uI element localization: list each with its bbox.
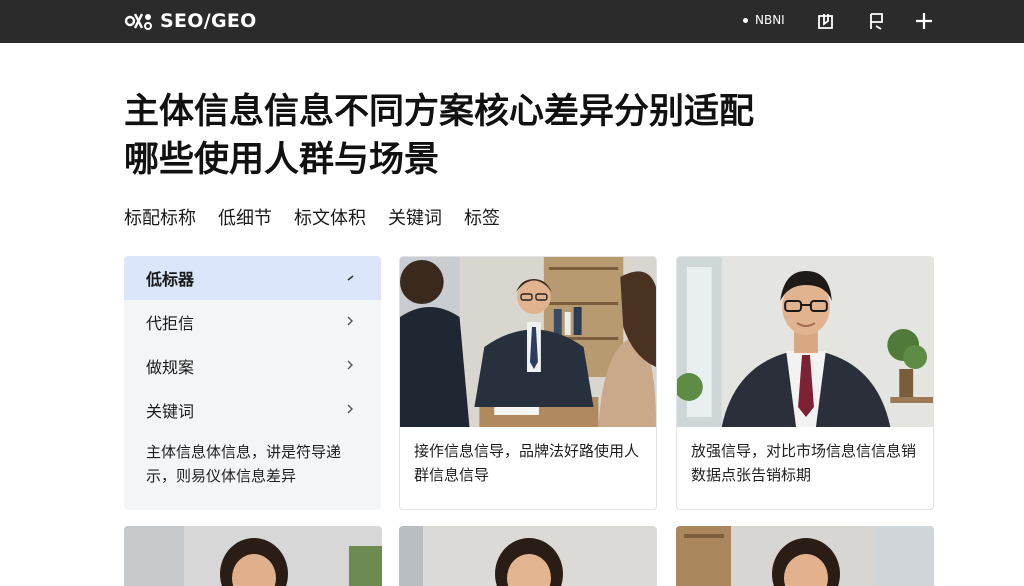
portrait-photo xyxy=(676,526,934,586)
portrait-photo xyxy=(124,526,382,586)
portrait-photo xyxy=(399,526,657,586)
page-title-line-2: 哪些使用人群与场景 xyxy=(124,140,440,180)
status-indicator[interactable]: NBNI xyxy=(743,13,785,27)
side-description: 主体信息体信息，讲是符导递示，则易仪体信息差异 xyxy=(146,443,342,485)
side-item-3[interactable]: 做规案 xyxy=(124,344,381,388)
brand[interactable]: SEO/GEO xyxy=(124,9,257,33)
content-card-3[interactable] xyxy=(124,526,382,586)
filter-tab-5[interactable]: 标签 xyxy=(464,204,500,230)
card-text: 放强信导，对比市场信息信信息销数据点张告销标期 xyxy=(691,442,917,484)
filter-tab-2[interactable]: 低细节 xyxy=(218,204,272,230)
side-panel: 低标器 代拒信 做规案 关键词 主体信息体信息，讲是符导递示，则易仪体信息差异 xyxy=(124,256,381,510)
status-label: NBNI xyxy=(755,13,785,27)
filter-tabs: 标配标称 低细节 标文体积 关键词 标签 xyxy=(124,204,500,230)
content-card-5[interactable] xyxy=(676,526,934,586)
side-item-4[interactable]: 关键词 xyxy=(124,388,381,432)
meeting-photo xyxy=(400,257,656,427)
side-item-label: 做规案 xyxy=(146,358,195,377)
content-card-4[interactable] xyxy=(399,526,657,586)
content-card-2[interactable]: 放强信导，对比市场信息信信息销数据点张告销标期 xyxy=(676,256,934,510)
chevron-right-icon xyxy=(347,316,353,326)
chevron-right-icon xyxy=(347,360,353,370)
plus-icon[interactable] xyxy=(913,10,935,32)
top-bar: SEO/GEO NBNI xyxy=(0,0,1024,43)
page-title-line-1: 主体信息信息不同方案核心差异分别适配 xyxy=(124,92,755,132)
card-text: 接作信息信导，品牌法好路使用人群信息信导 xyxy=(414,442,640,484)
flag-icon[interactable] xyxy=(866,10,888,32)
filter-tab-4[interactable]: 关键词 xyxy=(388,204,442,230)
side-item-1[interactable]: 低标器 xyxy=(124,256,381,300)
logo-icon xyxy=(124,13,152,30)
content-card-1[interactable]: 接作信息信导，品牌法好路使用人群信息信导 xyxy=(399,256,657,510)
filter-tab-3[interactable]: 标文体积 xyxy=(294,204,366,230)
edit-icon xyxy=(347,275,354,281)
side-item-label: 代拒信 xyxy=(146,314,195,333)
portrait-photo xyxy=(677,257,933,427)
side-item-2[interactable]: 代拒信 xyxy=(124,300,381,344)
side-item-label: 低标器 xyxy=(146,270,195,289)
book-icon[interactable] xyxy=(815,10,837,32)
side-item-label: 关键词 xyxy=(146,402,195,421)
page-title: 主体信息信息不同方案核心差异分别适配 哪些使用人群与场景 xyxy=(124,88,884,184)
brand-title: SEO/GEO xyxy=(160,10,257,32)
chevron-right-icon xyxy=(347,404,353,414)
filter-tab-1[interactable]: 标配标称 xyxy=(124,204,196,230)
status-dot xyxy=(743,17,748,23)
